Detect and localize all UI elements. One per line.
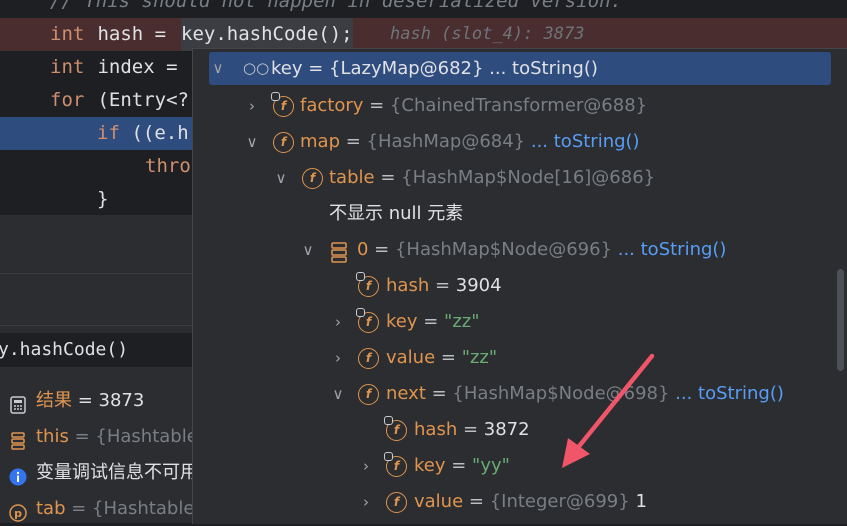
to-string-link[interactable]: ... toString() <box>525 131 640 152</box>
field-icon: f <box>384 452 407 477</box>
field-icon: f <box>358 384 379 405</box>
tree-row-map[interactable]: ∨ f map = {HashMap@684} ... toString() <box>193 124 833 160</box>
lock-icon <box>384 416 393 425</box>
field-icon: f <box>358 348 379 369</box>
tree-row-value-integer[interactable]: › f value = {Integer@699} 1 <box>193 484 833 520</box>
divider <box>0 325 192 326</box>
field-icon: f <box>356 308 379 333</box>
field-icon: f <box>386 492 407 513</box>
field-icon: f <box>302 168 323 189</box>
field-icon: f <box>273 132 294 153</box>
info-icon <box>9 464 27 486</box>
tree-row-next[interactable]: ∨ f next = {HashMap$Node@698} ... toStri… <box>193 376 833 412</box>
chevron-down-icon[interactable]: ∨ <box>209 52 227 85</box>
tree-row-null-hidden-note: 不显示 null 元素 <box>329 203 464 224</box>
code-line-comment: // This should not happen in deserialize… <box>50 0 622 12</box>
to-string-link[interactable]: ... toString() <box>483 58 598 79</box>
tree-row-table[interactable]: ∨ f table = {HashMap$Node[16]@686} <box>193 160 833 196</box>
object-icon <box>9 428 27 450</box>
variable-debug-info-unavailable: 变量调试信息不可用 <box>0 456 192 490</box>
tree-row-hash-next[interactable]: f hash = 3872 <box>193 412 833 448</box>
vertical-scrollbar[interactable] <box>837 269 844 371</box>
watch-glasses-icon: ○○ <box>243 59 270 77</box>
chevron-right-icon[interactable]: › <box>329 304 347 340</box>
variable-this[interactable]: this = {Hashtable@ <box>0 420 192 454</box>
lock-icon <box>271 92 280 101</box>
chevron-right-icon[interactable]: › <box>357 484 375 520</box>
debugger-variables-panel: y.hashCode() 结果 = 3873 this = {Hashtable… <box>0 215 192 523</box>
tree-row-value-zz[interactable]: › f value = "zz" <box>193 340 833 376</box>
svg-text:p: p <box>14 507 22 520</box>
tree-row-index-0[interactable]: ∨ 0 = {HashMap$Node@696} ... toString() <box>193 232 833 268</box>
calculator-icon <box>9 392 27 414</box>
chevron-down-icon[interactable]: ∨ <box>299 232 317 268</box>
lock-icon <box>384 452 393 461</box>
lock-icon <box>356 308 365 317</box>
tree-row-key-yy[interactable]: › f key = "yy" <box>193 448 833 484</box>
tree-row-factory[interactable]: › f factory = {ChainedTransformer@688} <box>193 88 833 124</box>
to-string-link[interactable]: ... toString() <box>612 239 727 260</box>
variable-tab[interactable]: p tab = {Hashtable$ <box>0 492 192 526</box>
divider <box>0 273 192 274</box>
chevron-down-icon[interactable]: ∨ <box>272 160 290 196</box>
chevron-right-icon[interactable]: › <box>329 340 347 376</box>
tree-row-hash[interactable]: f hash = 3904 <box>193 268 833 304</box>
to-string-link[interactable]: ... toString() <box>669 383 784 404</box>
field-icon: f <box>271 92 294 117</box>
hashcode-call: key.hashCode(); <box>181 18 353 51</box>
field-icon: f <box>356 272 379 297</box>
field-icon: f <box>384 416 407 441</box>
chevron-down-icon[interactable]: ∨ <box>243 124 261 160</box>
chevron-down-icon[interactable]: ∨ <box>329 376 347 412</box>
tree-row-key[interactable]: ∨ ○○ key = {LazyMap@682} ... toString() <box>209 52 831 85</box>
variable-result[interactable]: 结果 = 3873 <box>0 384 192 418</box>
tree-row-key-zz[interactable]: › f key = "zz" <box>193 304 833 340</box>
debug-value-tree-popup[interactable]: ∨ ○○ key = {LazyMap@682} ... toString() … <box>192 48 847 524</box>
chevron-right-icon[interactable]: › <box>357 448 375 484</box>
chevron-right-icon[interactable]: › <box>243 88 261 124</box>
lock-icon <box>356 272 365 281</box>
code-line-current: int hash = key.hashCode(); hash (slot_4)… <box>0 18 847 51</box>
inline-value-hint: hash (slot_4): 3873 <box>390 24 585 44</box>
parameter-icon: p <box>9 500 27 522</box>
evaluate-expression-field[interactable]: y.hashCode() <box>0 333 192 367</box>
annotation-arrow <box>562 353 655 468</box>
